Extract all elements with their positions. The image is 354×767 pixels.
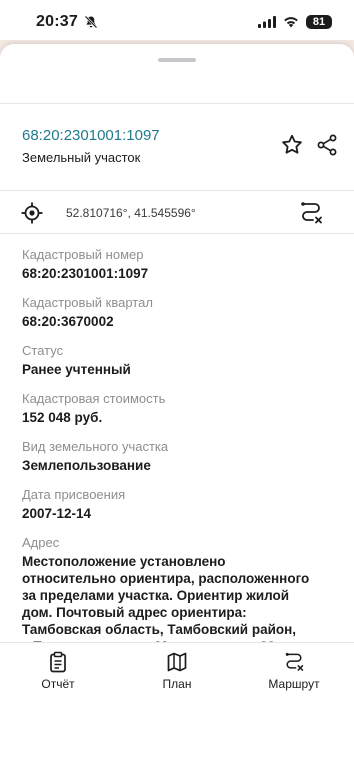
route-icon[interactable] — [298, 200, 324, 226]
field-value: Землепользование — [22, 458, 151, 473]
cellular-signal-icon — [258, 16, 276, 28]
field-cadastral-quarter: Кадастровый квартал 68:20:3670002 — [22, 295, 153, 330]
field-status: Статус Ранее учтенный — [22, 343, 131, 378]
field-label: Кадастровая стоимость — [22, 391, 166, 406]
status-time: 20:37 — [36, 13, 98, 31]
field-label: Кадастровый номер — [22, 247, 144, 262]
status-indicators: 81 — [258, 15, 332, 29]
map-icon — [167, 652, 187, 672]
wifi-icon — [284, 17, 298, 28]
star-icon — [282, 134, 302, 154]
divider — [0, 190, 354, 191]
status-bar: 20:37 81 — [0, 0, 354, 44]
field-label: Адрес — [22, 535, 60, 550]
field-label: Дата присвоения — [22, 487, 126, 502]
divider — [0, 233, 354, 234]
route-icon — [285, 652, 304, 671]
field-value: 2007-12-14 — [22, 506, 92, 521]
parcel-cadastral-title[interactable]: 68:20:2301001:1097 — [22, 127, 160, 144]
tab-route[interactable]: Маршрут — [254, 651, 334, 691]
sheet-grabber-handle[interactable] — [158, 58, 196, 62]
clock-text: 20:37 — [36, 13, 78, 30]
field-assignment-date: Дата присвоения 2007-12-14 — [22, 487, 125, 522]
battery-indicator: 81 — [306, 15, 332, 29]
tab-label: Отчёт — [41, 677, 75, 691]
field-value: 68:20:3670002 — [22, 314, 114, 329]
share-button[interactable] — [314, 132, 340, 158]
field-cadastral-value: Кадастровая стоимость 152 048 руб. — [22, 391, 165, 426]
field-label: Вид земельного участка — [22, 439, 169, 454]
clipboard-icon — [50, 651, 66, 673]
tab-label: План — [162, 677, 192, 691]
share-icon — [317, 134, 337, 156]
tab-label: Маршрут — [268, 677, 320, 691]
field-value: 68:20:2301001:1097 — [22, 266, 149, 281]
tab-plan[interactable]: План — [137, 651, 217, 691]
tab-report[interactable]: Отчёт — [18, 651, 98, 691]
bottom-tab-bar: Отчёт План Маршрут — [0, 643, 354, 767]
locate-icon[interactable] — [21, 202, 43, 224]
field-value: Ранее учтенный — [22, 362, 131, 377]
field-label: Статус — [22, 343, 64, 358]
parcel-type-subtitle: Земельный участок — [22, 150, 141, 165]
mute-bell-icon — [84, 15, 98, 29]
field-label: Кадастровый квартал — [22, 295, 153, 310]
field-value: 152 048 руб. — [22, 410, 103, 425]
field-land-type: Вид земельного участка Землепользование — [22, 439, 168, 474]
field-cadastral-number: Кадастровый номер 68:20:2301001:1097 — [22, 247, 148, 282]
coordinates-text[interactable]: 52.810716°, 41.545596° — [66, 206, 196, 220]
favorite-button[interactable] — [279, 132, 305, 158]
divider — [0, 103, 354, 104]
